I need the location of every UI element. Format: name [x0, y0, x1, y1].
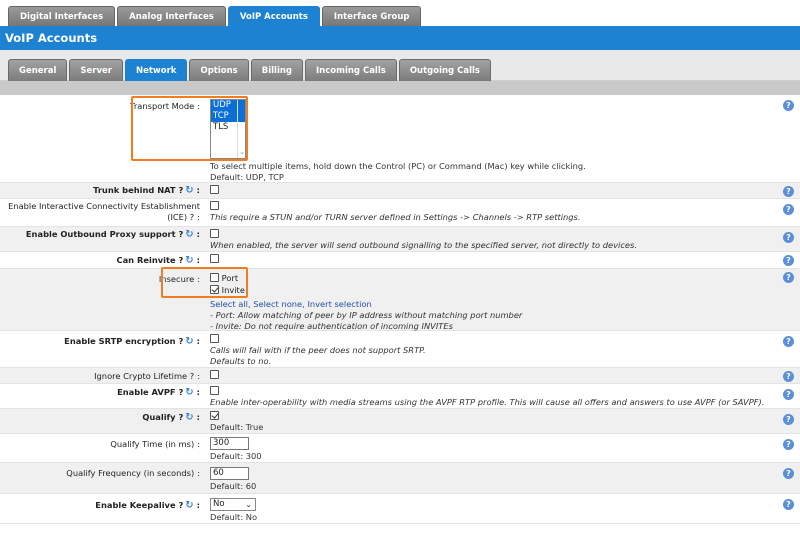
- qualify-frequency-default: Default: 60: [210, 481, 257, 491]
- outbound-proxy-checkbox[interactable]: [210, 229, 219, 238]
- row-ice: Enable Interactive Connectivity Establis…: [0, 199, 800, 227]
- row-transport-mode: Transport Mode: UDP TCP TLS ⌄ To select …: [0, 95, 800, 183]
- invert-selection-link[interactable]: Invert selection: [307, 299, 371, 309]
- srtp-hint: Calls will fail with if the peer does no…: [210, 345, 426, 355]
- row-qualify-frequency: Qualify Frequency (in seconds): 60 Defau…: [0, 463, 800, 494]
- insecure-label: Insecure: [158, 274, 195, 284]
- row-avpf: Enable AVPF ? ↻: Enable inter-operability…: [0, 384, 800, 409]
- help-icon[interactable]: ?: [783, 389, 794, 400]
- sync-icon: ↻: [185, 387, 194, 398]
- insecure-option-invite: Invite: [210, 285, 770, 296]
- scroll-down-icon: ⌄: [239, 148, 245, 156]
- avpf-hint: Enable inter-operability with media stre…: [210, 397, 765, 407]
- qualify-checkbox[interactable]: [210, 411, 219, 420]
- sub-tab-bar: General Server Network Options Billing I…: [0, 50, 800, 81]
- network-form: Transport Mode: UDP TCP TLS ⌄ To select …: [0, 95, 800, 524]
- help-icon[interactable]: ?: [783, 439, 794, 450]
- sync-icon: ↻: [185, 229, 194, 240]
- select-none-link[interactable]: Select none: [253, 299, 302, 309]
- tab-analog-interfaces[interactable]: Analog Interfaces: [117, 6, 226, 26]
- qualify-time-default: Default: 300: [210, 451, 262, 461]
- help-icon[interactable]: ?: [783, 371, 794, 382]
- ice-checkbox[interactable]: [210, 201, 219, 210]
- help-icon[interactable]: ?: [783, 272, 794, 283]
- tab-options[interactable]: Options: [189, 59, 249, 81]
- page-title: VoIP Accounts: [0, 26, 800, 50]
- sync-icon: ↻: [185, 255, 194, 266]
- help-icon[interactable]: ?: [783, 232, 794, 243]
- keepalive-default: Default: No: [210, 512, 258, 522]
- sync-icon: ↻: [185, 185, 194, 196]
- sync-icon: ↻: [185, 412, 194, 423]
- transport-mode-label: Transport Mode: [130, 101, 195, 111]
- section-header-bar: [0, 81, 800, 95]
- outbound-proxy-label: Enable Outbound Proxy support ?: [25, 229, 184, 239]
- row-trunk-nat: Trunk behind NAT ? ↻: ?: [0, 183, 800, 199]
- tab-voip-accounts[interactable]: VoIP Accounts: [227, 6, 320, 26]
- row-qualify-time: Qualify Time (in ms): 300 Default: 300 ?: [0, 434, 800, 463]
- qualify-frequency-label: Qualify Frequency (in seconds): [66, 468, 195, 478]
- row-ignore-crypto: Ignore Crypto Lifetime ?: ?: [0, 368, 800, 384]
- avpf-checkbox[interactable]: [210, 386, 219, 395]
- can-reinvite-label: Can Reinvite ?: [116, 255, 184, 265]
- help-icon[interactable]: ?: [783, 499, 794, 510]
- help-icon[interactable]: ?: [783, 186, 794, 197]
- srtp-label: Enable SRTP encryption ?: [64, 336, 184, 346]
- top-tab-bar: Digital Interfaces Analog Interfaces VoI…: [0, 0, 800, 26]
- ignore-crypto-checkbox[interactable]: [210, 370, 219, 379]
- qualify-time-label: Qualify Time (in ms): [110, 439, 195, 449]
- row-srtp: Enable SRTP encryption ? ↻: Calls will fa…: [0, 331, 800, 368]
- trunk-nat-checkbox[interactable]: [210, 185, 219, 194]
- selection-links: Select all, Select none, Invert selectio…: [210, 299, 372, 309]
- ice-label: Enable Interactive Connectivity Establis…: [8, 201, 200, 222]
- row-keepalive: Enable Keepalive ? ↻: No ⌄ Default: No ?: [0, 494, 800, 524]
- transport-mode-listbox[interactable]: UDP TCP TLS ⌄: [210, 99, 246, 159]
- row-outbound-proxy: Enable Outbound Proxy support ? ↻: When e…: [0, 227, 800, 252]
- row-insecure: Insecure: Port Invite Select all, Select…: [0, 269, 800, 331]
- ignore-crypto-label: Ignore Crypto Lifetime ?: [94, 371, 195, 381]
- select-all-link[interactable]: Select all: [210, 299, 248, 309]
- insecure-option-port: Port: [210, 273, 770, 284]
- tab-network[interactable]: Network: [124, 59, 188, 81]
- insecure-port-checkbox[interactable]: [210, 273, 219, 282]
- chevron-down-icon: ⌄: [245, 500, 252, 509]
- ice-hint: This require a STUN and/or TURN server d…: [210, 212, 581, 222]
- help-icon[interactable]: ?: [783, 255, 794, 266]
- transport-default: Default: UDP, TCP: [210, 172, 284, 182]
- tab-incoming-calls[interactable]: Incoming Calls: [305, 59, 397, 81]
- help-icon[interactable]: ?: [783, 336, 794, 347]
- sync-icon: ↻: [185, 500, 194, 511]
- tab-interface-group[interactable]: Interface Group: [321, 6, 422, 26]
- help-icon[interactable]: ?: [783, 414, 794, 425]
- insecure-invite-checkbox[interactable]: [210, 285, 219, 294]
- row-qualify: Qualify ? ↻: Default: True ?: [0, 409, 800, 434]
- help-icon[interactable]: ?: [783, 100, 794, 111]
- qualify-label: Qualify ?: [142, 412, 184, 422]
- qualify-frequency-input[interactable]: 60: [210, 467, 249, 480]
- insecure-hint-port: - Port: Allow matching of peer by IP add…: [210, 310, 523, 320]
- tab-general[interactable]: General: [8, 59, 68, 81]
- tab-billing[interactable]: Billing: [250, 59, 303, 81]
- trunk-nat-label: Trunk behind NAT ?: [93, 185, 184, 195]
- keepalive-label: Enable Keepalive ?: [95, 500, 184, 510]
- outbound-proxy-hint: When enabled, the server will send outbo…: [210, 240, 637, 250]
- sync-icon: ↻: [185, 336, 194, 347]
- avpf-label: Enable AVPF ?: [117, 387, 184, 397]
- row-can-reinvite: Can Reinvite ? ↻: ?: [0, 252, 800, 269]
- qualify-default: Default: True: [210, 422, 264, 432]
- help-icon[interactable]: ?: [783, 204, 794, 215]
- tab-outgoing-calls[interactable]: Outgoing Calls: [398, 59, 491, 81]
- transport-hint: To select multiple items, hold down the …: [210, 161, 586, 171]
- srtp-default: Defaults to no.: [210, 356, 272, 366]
- keepalive-select[interactable]: No ⌄: [210, 498, 256, 511]
- help-icon[interactable]: ?: [783, 468, 794, 479]
- can-reinvite-checkbox[interactable]: [210, 254, 219, 263]
- tab-server[interactable]: Server: [69, 59, 123, 81]
- qualify-time-input[interactable]: 300: [210, 437, 249, 450]
- listbox-scrollbar[interactable]: ⌄: [237, 100, 245, 158]
- tab-digital-interfaces[interactable]: Digital Interfaces: [8, 6, 116, 26]
- srtp-checkbox[interactable]: [210, 334, 219, 343]
